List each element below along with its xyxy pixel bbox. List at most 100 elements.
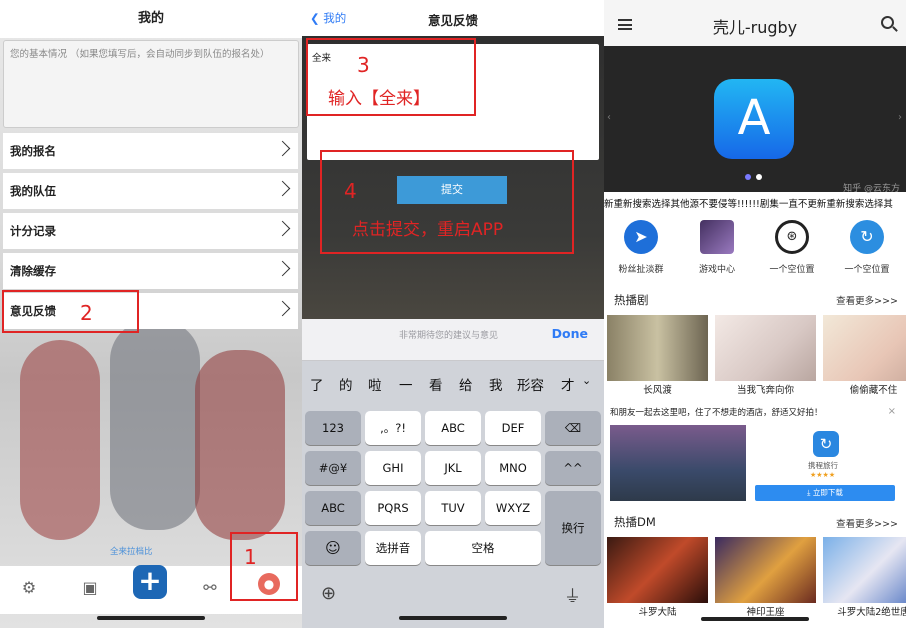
chevron-left-icon[interactable]: ‹ — [607, 112, 611, 123]
see-more-link[interactable]: 查看更多>>> — [836, 516, 898, 530]
ad-rating: ★★★★ — [810, 471, 836, 479]
ad-brand: 携程旅行 — [808, 461, 838, 470]
chevron-right-icon — [274, 260, 291, 277]
app-header: 壳儿-rugby — [604, 0, 906, 48]
marquee-notice: 新重新搜索选择其他源不要侵等!!!!!!剧集一直不更新重新搜索选择其 — [604, 199, 893, 210]
candidate-word[interactable]: 给 — [459, 374, 473, 394]
ad-banner[interactable]: 和朋友一起去这里吧，住了不想走的酒店，舒适又好拍！ × ↻ 携程旅行 ★★★★ … — [604, 400, 906, 512]
app-store-icon: A — [714, 79, 794, 159]
close-icon[interactable]: × — [888, 406, 896, 417]
drama-poster[interactable] — [607, 315, 708, 381]
drama-title[interactable]: 长风渡 — [607, 382, 708, 396]
done-button[interactable]: Done — [552, 326, 588, 341]
anime-poster[interactable] — [715, 537, 816, 603]
home-indicator — [399, 616, 507, 620]
footer-link[interactable]: 全来拉档比 — [110, 545, 153, 557]
key-def[interactable]: DEF — [485, 411, 541, 445]
banner-carousel[interactable]: A ‹ › 知乎 @云东方 — [604, 46, 906, 194]
candidate-word[interactable]: 的 — [339, 374, 353, 394]
home-indicator — [97, 616, 205, 620]
chevron-right-icon — [274, 300, 291, 317]
profile-screen: 我的 您的基本情况 （如果您填写后，会自动同步到队伍的报名处） 我的报名 我的队… — [0, 0, 302, 628]
emoji-icon[interactable]: ☺ — [305, 531, 361, 565]
game-center-icon — [700, 220, 734, 254]
placeholder-icon: ↻ — [850, 220, 884, 254]
match-icon[interactable]: ⚯ — [196, 576, 224, 600]
shortcut-label: 一个空位置 — [844, 265, 890, 275]
key-symbols[interactable]: #@¥ — [305, 451, 361, 485]
candidate-word[interactable]: 形容 — [517, 374, 544, 394]
key-abc-switch[interactable]: ABC — [305, 491, 361, 525]
key-tuv[interactable]: TUV — [425, 491, 481, 525]
menu-item-my-team[interactable]: 我的队伍 — [3, 173, 298, 209]
shortcut-item[interactable]: ↻ 一个空位置 — [832, 220, 902, 275]
annotation-box — [2, 290, 139, 333]
annotation-text: 输入【全来】 — [328, 89, 430, 109]
candidate-word[interactable]: 啦 — [368, 374, 382, 394]
annotation-number: 4 — [344, 179, 357, 203]
shortcut-item[interactable]: ➤ 粉丝扯淡群 — [606, 220, 676, 275]
chevron-left-icon: ❮ — [310, 11, 324, 25]
shortcut-item[interactable]: ⊛ 一个空位置 — [757, 220, 827, 275]
background-figure — [20, 340, 100, 540]
shortcut-item[interactable]: 游戏中心 — [682, 220, 752, 275]
key-pqrs[interactable]: PQRS — [365, 491, 421, 525]
home-indicator — [701, 617, 809, 621]
anime-title[interactable]: 神印王座 — [715, 604, 816, 618]
backspace-icon[interactable]: ⌫ — [545, 411, 601, 445]
annotation-box — [230, 532, 298, 601]
key-pinyin[interactable]: 选拼音 — [365, 531, 421, 565]
ctrip-logo-icon: ↻ — [813, 431, 839, 457]
key-jkl[interactable]: JKL — [425, 451, 481, 485]
candidate-word[interactable]: 才 — [561, 374, 575, 394]
section-title: 热播DM — [614, 515, 656, 529]
key-enter[interactable]: 换行 — [545, 491, 601, 565]
page-title: 意见反馈 — [427, 13, 478, 28]
menu-item-my-registration[interactable]: 我的报名 — [3, 133, 298, 169]
accessory-placeholder: 非常期待您的建议与意见 — [399, 331, 499, 341]
menu-item-score-records[interactable]: 计分记录 — [3, 213, 298, 249]
profile-card-icon[interactable]: ▣ — [76, 576, 104, 600]
globe-icon[interactable]: ⊕ — [321, 583, 336, 604]
chevron-right-icon[interactable]: › — [898, 112, 902, 123]
chevron-right-icon — [274, 220, 291, 237]
menu-item-label: 清除缓存 — [10, 264, 56, 278]
candidate-word[interactable]: 我 — [489, 374, 503, 394]
see-more-link[interactable]: 查看更多>>> — [836, 293, 898, 307]
candidate-word[interactable]: 一 — [399, 374, 413, 394]
add-icon[interactable]: + — [133, 565, 167, 599]
key-punctuation[interactable]: ,。?! — [365, 411, 421, 445]
download-button[interactable]: ⤓ 立即下载 — [755, 485, 895, 501]
key-wxyz[interactable]: WXYZ — [485, 491, 541, 525]
anime-poster[interactable] — [607, 537, 708, 603]
drama-poster[interactable] — [715, 315, 816, 381]
home-icon[interactable]: ⚙ — [15, 576, 43, 600]
candidate-bar: 了 的 啦 一 看 给 我 形容 才 ⌄ — [302, 361, 604, 401]
carousel-dot[interactable] — [745, 174, 751, 180]
key-123[interactable]: 123 — [305, 411, 361, 445]
menu-icon[interactable] — [618, 19, 632, 30]
anime-title[interactable]: 斗罗大陆2绝世唐 — [823, 604, 906, 618]
candidate-word[interactable]: 看 — [429, 374, 443, 394]
background-figure — [110, 320, 200, 530]
chevron-down-icon[interactable]: ⌄ — [582, 374, 591, 387]
key-abc[interactable]: ABC — [425, 411, 481, 445]
search-icon[interactable] — [881, 16, 894, 29]
microphone-icon[interactable]: ⏚ — [564, 582, 581, 607]
key-emoticon[interactable]: ^^ — [545, 451, 601, 485]
key-mno[interactable]: MNO — [485, 451, 541, 485]
carousel-dot[interactable] — [756, 174, 762, 180]
menu-item-label: 我的报名 — [10, 144, 56, 158]
menu-item-clear-cache[interactable]: 清除缓存 — [3, 253, 298, 289]
anime-title[interactable]: 斗罗大陆 — [607, 604, 708, 618]
back-button[interactable]: ❮ 我的 — [310, 10, 346, 26]
candidate-word[interactable]: 了 — [310, 374, 324, 394]
key-space[interactable]: 空格 — [425, 531, 541, 565]
key-ghi[interactable]: GHI — [365, 451, 421, 485]
drama-poster[interactable] — [823, 315, 906, 381]
info-textarea[interactable]: 您的基本情况 （如果您填写后，会自动同步到队伍的报名处） — [3, 40, 299, 128]
app-home-screen: 壳儿-rugby A ‹ › 知乎 @云东方 新重新搜索选择其他源不要侵等!!!… — [604, 0, 906, 628]
drama-title[interactable]: 偷偷藏不住 — [823, 382, 906, 396]
drama-title[interactable]: 当我飞奔向你 — [715, 382, 816, 396]
anime-poster[interactable] — [823, 537, 906, 603]
